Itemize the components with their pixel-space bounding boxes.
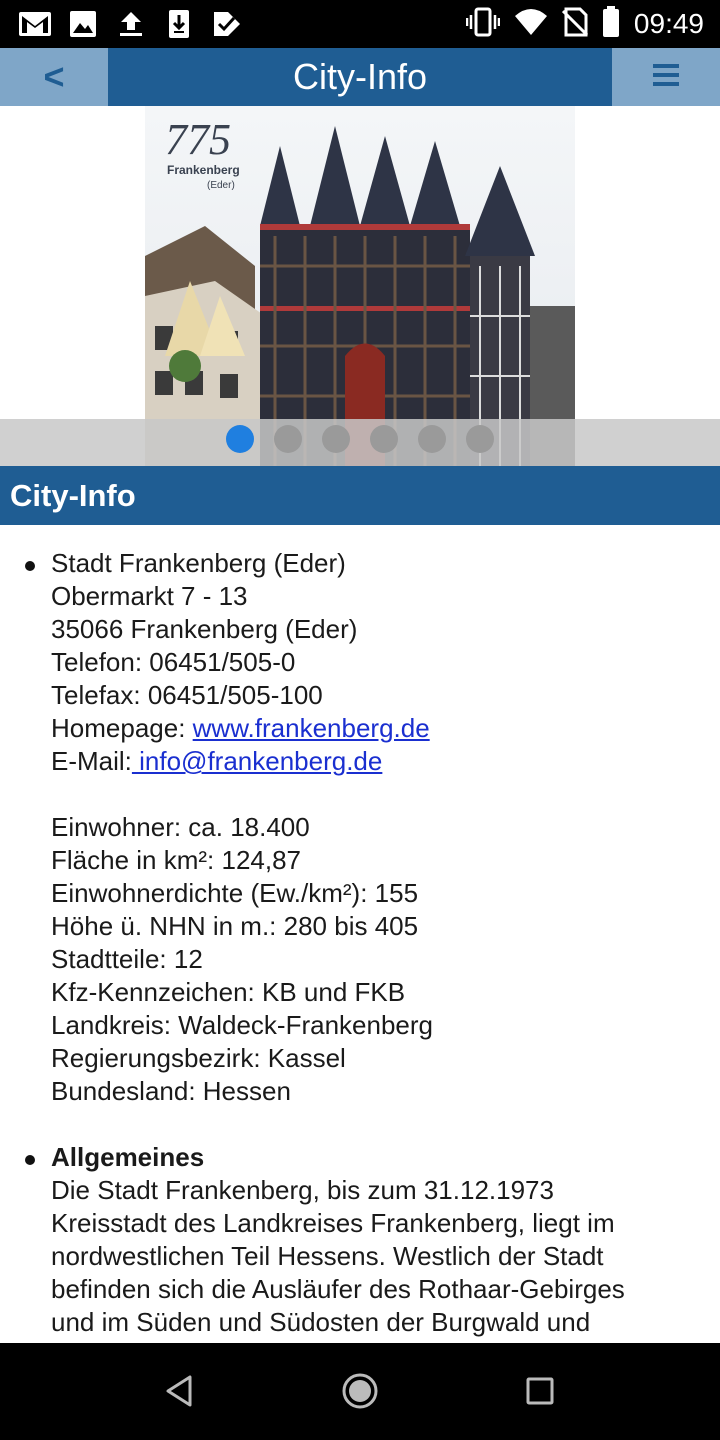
general-text-line: und im Süden und Südosten der Burgwald u… xyxy=(51,1307,591,1337)
hamburger-menu-icon xyxy=(652,62,680,93)
homepage-link[interactable]: www.frankenberg.de xyxy=(193,713,430,743)
no-sim-icon xyxy=(561,7,588,42)
nav-back-button[interactable] xyxy=(158,1371,202,1415)
notification-icons xyxy=(18,8,244,40)
general-text: Die Stadt Frankenberg, bis zum 31.12.197… xyxy=(51,1174,720,1339)
home-icon xyxy=(341,1372,379,1415)
statistic-line: Stadtteile: 12 xyxy=(51,944,203,974)
contact-line: Obermarkt 7 - 13 xyxy=(51,581,248,611)
statistic-line: Kfz-Kennzeichen: KB und FKB xyxy=(51,977,406,1007)
general-text-line: Kreisstadt des Landkreises Frankenberg, … xyxy=(51,1208,615,1238)
content-area[interactable]: Stadt Frankenberg (Eder) Obermarkt 7 - 13… xyxy=(0,525,720,1343)
homepage-line: Homepage: www.frankenberg.de xyxy=(51,712,720,745)
logo-number: 775 xyxy=(165,115,231,164)
list-item-general: Allgemeines Die Stadt Frankenberg, bis z… xyxy=(0,1141,720,1339)
statistic-line: Höhe ü. NHN in m.: 280 bis 405 xyxy=(51,911,419,941)
battery-icon xyxy=(602,5,620,43)
wifi-icon xyxy=(514,8,548,41)
image-icon xyxy=(66,9,100,39)
back-icon xyxy=(163,1374,197,1413)
app-bar: < City-Info xyxy=(0,48,720,106)
contact-line: Telefon: 06451/505-0 xyxy=(51,647,296,677)
image-slider[interactable]: 775 Frankenberg (Eder) xyxy=(0,106,720,466)
statistic-line: Einwohnerdichte (Ew./km²): 155 xyxy=(51,878,419,908)
slider-dots-band xyxy=(0,419,720,466)
slider-dot[interactable] xyxy=(370,425,398,453)
contact-line: 35066 Frankenberg (Eder) xyxy=(51,614,358,644)
menu-button[interactable] xyxy=(612,48,720,106)
navigation-bar xyxy=(0,1343,720,1440)
general-text-line: befinden sich die Ausläufer des Rothaar-… xyxy=(51,1274,625,1304)
statistic-line: Bundesland: Hessen xyxy=(51,1076,291,1106)
contact-lines: Stadt Frankenberg (Eder) Obermarkt 7 - 13… xyxy=(51,547,720,712)
statistics-lines: Einwohner: ca. 18.400 Fläche in km²: 124,… xyxy=(51,811,720,1108)
gmail-icon xyxy=(18,9,52,39)
homepage-label: Homepage: xyxy=(51,713,193,743)
statistic-line: Regierungsbezirk: Kassel xyxy=(51,1043,346,1073)
general-text-line: nordwestlichen Teil Hessens. Westlich de… xyxy=(51,1241,604,1271)
statistic-line: Fläche in km²: 124,87 xyxy=(51,845,302,875)
clock: 09:49 xyxy=(633,8,704,39)
slider-dot[interactable] xyxy=(466,425,494,453)
nav-recents-button[interactable] xyxy=(518,1371,562,1415)
email-line: E-Mail: info@frankenberg.de xyxy=(51,745,720,778)
general-heading: Allgemeines xyxy=(51,1142,205,1172)
back-button[interactable]: < xyxy=(0,48,108,106)
bullet-icon xyxy=(25,1155,35,1165)
slider-dot[interactable] xyxy=(274,425,302,453)
logo-region: (Eder) xyxy=(207,180,235,191)
logo-city: Frankenberg xyxy=(167,163,240,177)
statistic-line: Landkreis: Waldeck-Frankenberg xyxy=(51,1010,433,1040)
upload-icon xyxy=(114,9,148,39)
bullet-icon xyxy=(25,561,35,571)
general-text-line: Die Stadt Frankenberg, bis zum 31.12.197… xyxy=(51,1175,554,1205)
check-icon xyxy=(210,9,244,39)
slider-dot[interactable] xyxy=(322,425,350,453)
section-header: City-Info xyxy=(0,466,720,525)
slider-dot[interactable] xyxy=(226,425,254,453)
slider-dot[interactable] xyxy=(418,425,446,453)
email-label: E-Mail: xyxy=(51,746,132,776)
town-hall-photo: 775 Frankenberg (Eder) xyxy=(145,106,575,466)
list-item-contact: Stadt Frankenberg (Eder) Obermarkt 7 - 13… xyxy=(0,547,720,1108)
contact-line: Telefax: 06451/505-100 xyxy=(51,680,323,710)
statistic-line: Einwohner: ca. 18.400 xyxy=(51,812,310,842)
vibrate-icon xyxy=(465,7,501,42)
contact-line: Stadt Frankenberg (Eder) xyxy=(51,548,346,578)
download-icon xyxy=(162,9,196,39)
page-title: City-Info xyxy=(292,56,428,97)
email-link[interactable]: info@frankenberg.de xyxy=(132,746,382,776)
recents-icon xyxy=(525,1376,555,1411)
nav-home-button[interactable] xyxy=(338,1371,382,1415)
status-bar: 09:49 xyxy=(0,0,720,48)
